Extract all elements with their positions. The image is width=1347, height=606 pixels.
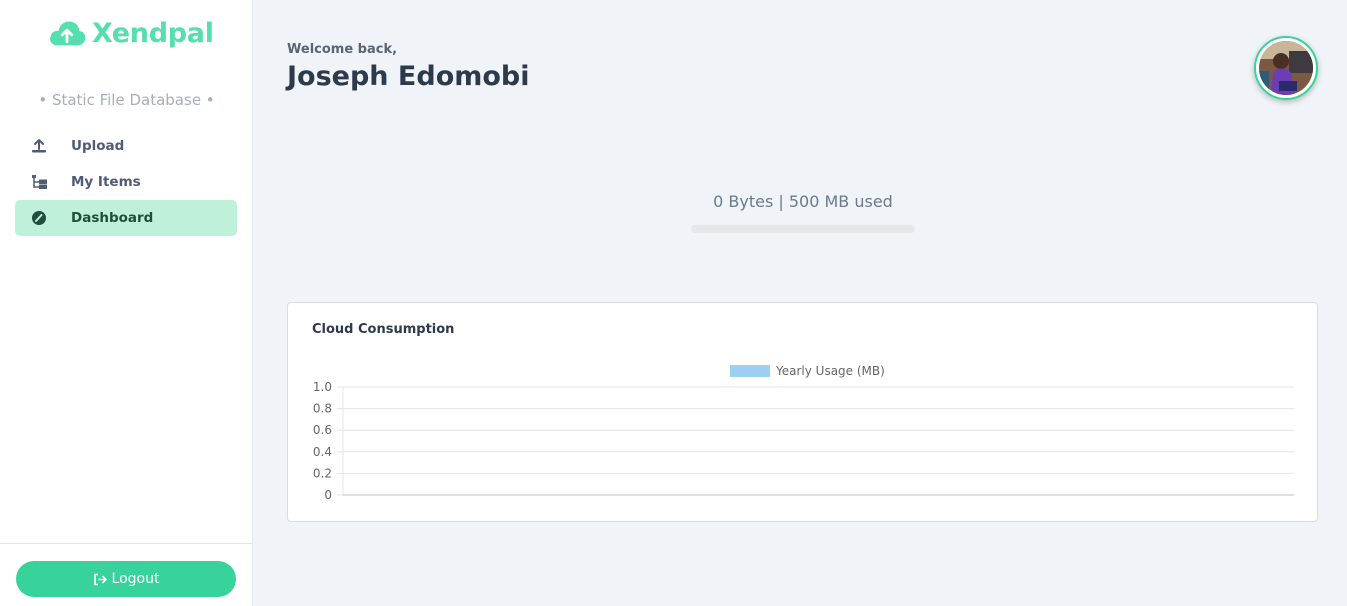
logout-label: Logout (111, 571, 160, 587)
sidebar-nav: Upload My Items Dashboard (15, 128, 237, 236)
sidebar-item-label: Dashboard (71, 210, 154, 226)
sidebar-item-label: My Items (71, 174, 141, 190)
legend-label: Yearly Usage (MB) (775, 364, 885, 378)
sidebar: Xendpal • Static File Database • Upload (0, 0, 253, 606)
gauge-icon (15, 210, 71, 226)
welcome-text: Welcome back, (287, 42, 398, 57)
avatar[interactable] (1254, 36, 1318, 100)
brand-logo[interactable]: Xendpal (48, 16, 214, 50)
cloud-upload-icon (50, 21, 86, 46)
brand-name: Xendpal (92, 17, 214, 49)
upload-icon (15, 138, 71, 154)
y-tick-label: 0.4 (313, 445, 332, 459)
sidebar-item-my-items[interactable]: My Items (15, 164, 237, 200)
storage-usage-bar (691, 225, 915, 233)
y-tick-label: 0 (324, 488, 332, 502)
cloud-consumption-chart: Yearly Usage (MB) 1.0 0.8 0.6 0.4 0.2 0 (313, 364, 1294, 502)
y-tick-label: 0.8 (313, 402, 332, 416)
legend-swatch (730, 365, 770, 377)
sign-out-icon (93, 573, 107, 585)
logout-button[interactable]: Logout (16, 561, 236, 597)
sidebar-item-upload[interactable]: Upload (15, 128, 237, 164)
avatar-image (1259, 41, 1313, 95)
sidebar-item-dashboard[interactable]: Dashboard (15, 200, 237, 236)
user-name: Joseph Edomobi (287, 61, 530, 92)
y-tick-label: 1.0 (313, 380, 332, 394)
y-tick-label: 0.2 (313, 466, 332, 480)
sidebar-item-label: Upload (71, 138, 125, 154)
sidebar-divider (0, 543, 253, 544)
y-tick-label: 0.6 (313, 423, 332, 437)
folder-tree-icon (15, 174, 71, 190)
storage-usage-text: 0 Bytes | 500 MB used (713, 192, 893, 211)
cloud-consumption-card: Cloud Consumption Yearly Usage (MB) 1.0 0.… (287, 302, 1318, 522)
brand-tagline: • Static File Database • (38, 91, 215, 109)
